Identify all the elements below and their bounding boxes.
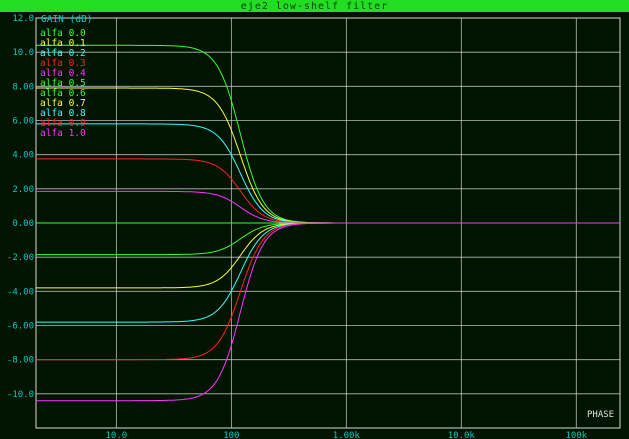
y-tick-label: 6.00 [12, 117, 34, 127]
x-tick-label: 100k [565, 431, 587, 439]
x-tick-labels: 10.0 100 1.00k 10.0k 100k [106, 431, 588, 439]
series-line [36, 222, 620, 323]
x-tick-label: 100 [223, 431, 239, 439]
y-tick-label: -4.00 [7, 287, 34, 297]
series-line [36, 190, 620, 224]
series-line [36, 222, 620, 289]
y-tick-label: 2.00 [12, 185, 34, 195]
y-tick-labels: 12.0 10.0 8.00 6.00 4.00 2.00 0.00 -2.00 -4.00 -6… [7, 14, 34, 400]
x-tick-label: 10.0k [448, 431, 476, 439]
y-tick-label: 4.00 [12, 151, 34, 161]
y-tick-label: -2.00 [7, 253, 34, 263]
y-tick-label: -6.00 [7, 322, 34, 332]
y-tick-label: -8.00 [7, 356, 34, 366]
legend-entry: alfa 1.0 [40, 128, 86, 139]
y-tick-label: 8.00 [12, 82, 34, 92]
x-tick-label: 10.0 [106, 431, 128, 439]
gain-plot[interactable]: 12.0 10.0 8.00 6.00 4.00 2.00 0.00 -2.00 -4.00 -6… [0, 12, 629, 439]
y-axis-label: GAIN (dB) [41, 14, 92, 25]
series-line [36, 222, 620, 402]
phase-label: PHASE [587, 410, 614, 420]
window-title: eje2 low-shelf filter [240, 0, 389, 12]
series-line [36, 123, 620, 224]
y-tick-label: 12.0 [12, 14, 34, 24]
series-line [36, 87, 620, 224]
curves [36, 44, 620, 402]
y-tick-label: -10.0 [7, 390, 34, 400]
legend: alfa 0.0alfa 0.1alfa 0.2alfa 0.3alfa 0.4… [40, 28, 86, 139]
plot-window: eje2 low-shelf filter 12.0 10.0 8.00 6.00 4.… [0, 0, 629, 439]
series-line [36, 44, 620, 224]
series-line [36, 222, 620, 256]
y-tick-label: 0.00 [12, 219, 34, 229]
title-bar: eje2 low-shelf filter [0, 0, 629, 12]
x-tick-label: 1.00k [333, 431, 361, 439]
y-tick-label: 10.0 [12, 48, 34, 58]
